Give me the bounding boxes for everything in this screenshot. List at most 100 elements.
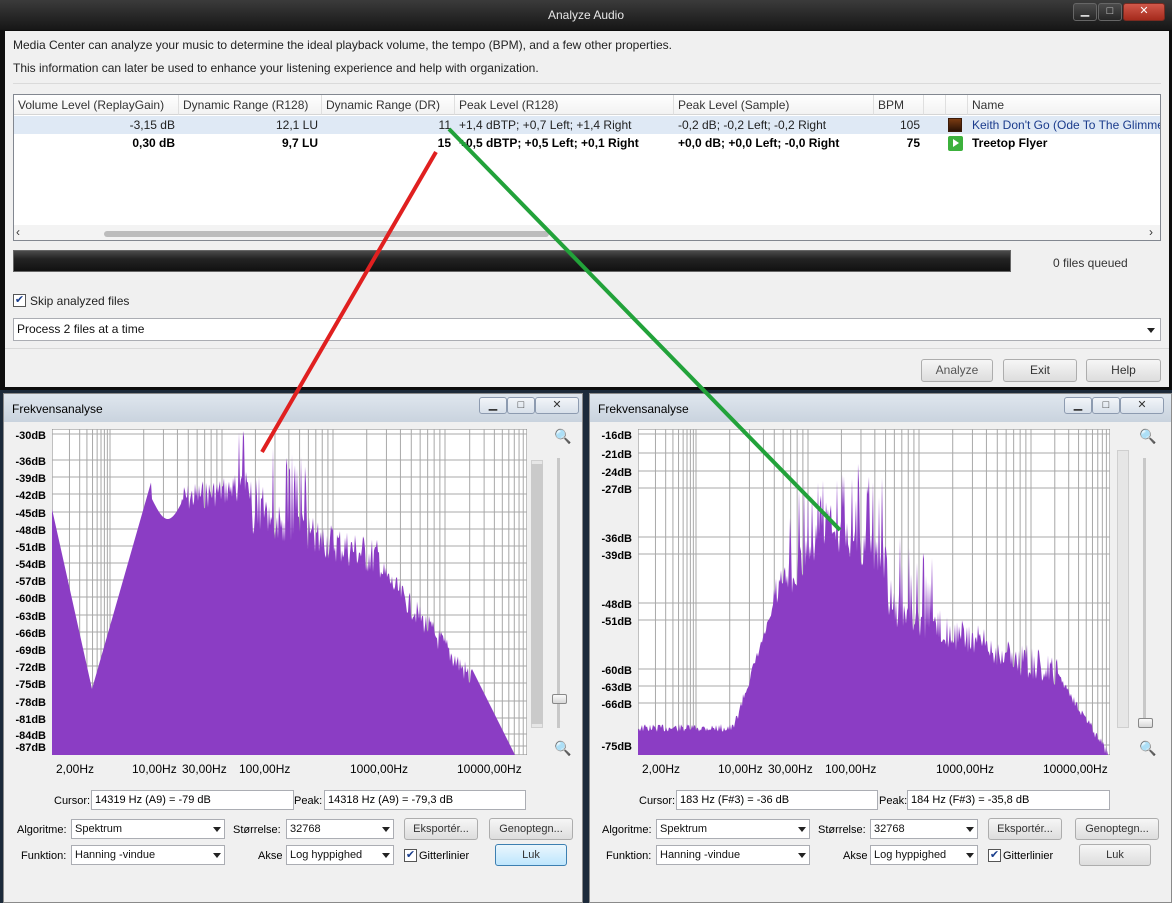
y-tick-label: -48dB [15, 525, 46, 537]
table-row[interactable]: 0,30 dB 9,7 LU 15 +0,5 dBTP; +0,5 Left; … [14, 134, 1160, 152]
column-header-name[interactable]: Name [968, 95, 1160, 115]
y-tick-label: -63dB [15, 611, 46, 623]
description-line-2: This information can later be used to en… [13, 61, 539, 75]
replot-button[interactable]: Genoptegn... [489, 818, 573, 840]
cell-dr-r128: 12,1 LU [275, 118, 318, 132]
y-tick-label: -72dB [15, 662, 46, 674]
window-title: Analyze Audio [547, 8, 625, 22]
album-art-icon [948, 118, 962, 132]
chevron-down-icon [213, 827, 221, 832]
frequency-analysis-window-left: Frekvensanalyse ▁ □ ✕ -30dB -36dB -39dB -42… [3, 393, 583, 903]
gridlines-checkbox[interactable]: ✔ [988, 849, 1001, 862]
axis-label: Akse [258, 850, 283, 862]
help-button[interactable]: Help [1086, 359, 1161, 382]
skip-analyzed-label: Skip analyzed files [30, 294, 130, 308]
play-icon[interactable] [948, 136, 963, 151]
exit-button[interactable]: Exit [1003, 359, 1077, 382]
size-value: 32768 [290, 823, 321, 835]
gridlines-label: Gitterlinier [419, 850, 470, 862]
maximize-button[interactable]: □ [1098, 3, 1122, 21]
chevron-down-icon [1147, 328, 1155, 333]
close-analysis-button[interactable]: Luk [495, 844, 567, 866]
close-button[interactable]: ✕ [1120, 397, 1164, 414]
zoom-slider-handle[interactable] [1138, 718, 1153, 728]
y-tick-label: -45dB [15, 508, 46, 520]
algorithm-value: Spektrum [660, 823, 708, 835]
x-tick-label: 10000,00Hz [1043, 762, 1108, 776]
cell-dr: 11 [438, 118, 451, 132]
close-button[interactable]: ✕ [535, 397, 579, 414]
cell-peak-sample: +0,0 dB; +0,0 Left; -0,0 Right [678, 136, 840, 150]
function-select[interactable]: Hanning -vindue [656, 845, 810, 865]
column-header-dr[interactable]: Dynamic Range (DR) [322, 95, 455, 115]
axis-select[interactable]: Log hyppighed [870, 845, 978, 865]
column-header-peak-sample[interactable]: Peak Level (Sample) [674, 95, 874, 115]
scrollbar-thumb[interactable] [104, 231, 549, 237]
zoom-slider-handle[interactable] [552, 694, 567, 704]
zoom-in-icon[interactable]: 🔍 [1139, 428, 1156, 445]
analyze-button[interactable]: Analyze [921, 359, 993, 382]
column-header-icon[interactable] [946, 95, 968, 115]
column-header-peak-r128[interactable]: Peak Level (R128) [455, 95, 674, 115]
column-header-blank[interactable] [924, 95, 946, 115]
process-files-select[interactable]: Process 2 files at a time [13, 318, 1161, 341]
spectrum-plot[interactable] [638, 429, 1110, 755]
export-button[interactable]: Eksportér... [988, 818, 1062, 840]
gridlines-checkbox[interactable]: ✔ [404, 849, 417, 862]
chevron-down-icon [798, 827, 806, 832]
size-select[interactable]: 32768 [870, 819, 978, 839]
scroll-right-icon[interactable]: › [1149, 225, 1153, 239]
column-header-bpm[interactable]: BPM [874, 95, 924, 115]
close-button[interactable]: ✕ [1123, 3, 1165, 21]
minimize-button[interactable]: ▁ [1073, 3, 1097, 21]
description-line-1: Media Center can analyze your music to d… [13, 38, 672, 52]
algorithm-label: Algoritme: [17, 824, 67, 836]
results-table[interactable]: Volume Level (ReplayGain) Dynamic Range … [13, 94, 1161, 241]
algorithm-select[interactable]: Spektrum [656, 819, 810, 839]
maximize-button[interactable]: □ [507, 397, 535, 414]
export-button[interactable]: Eksportér... [404, 818, 478, 840]
x-tick-label: 10,00Hz [718, 762, 763, 776]
zoom-in-icon[interactable]: 🔍 [554, 428, 571, 445]
replot-button[interactable]: Genoptegn... [1075, 818, 1159, 840]
zoom-out-icon[interactable]: 🔍 [554, 740, 571, 757]
zoom-out-icon[interactable]: 🔍 [1139, 740, 1156, 757]
scroll-left-icon[interactable]: ‹ [16, 225, 20, 239]
y-tick-label: -69dB [15, 645, 46, 657]
column-header-replaygain[interactable]: Volume Level (ReplayGain) [14, 95, 179, 115]
peak-label: Peak: [879, 795, 908, 807]
scrollbar-thumb[interactable] [531, 464, 543, 724]
cell-replaygain: -3,15 dB [129, 118, 175, 132]
algorithm-select[interactable]: Spektrum [71, 819, 225, 839]
maximize-button[interactable]: □ [1092, 397, 1120, 414]
window-title: Frekvensanalyse [12, 402, 103, 416]
column-header-dr-r128[interactable]: Dynamic Range (R128) [179, 95, 322, 115]
axis-value: Log hyppighed [290, 849, 363, 861]
skip-analyzed-checkbox[interactable]: ✔ [13, 294, 26, 307]
spectrum-plot[interactable] [52, 429, 527, 755]
cell-peak-r128: +1,4 dBTP; +0,7 Left; +1,4 Right [459, 118, 632, 132]
y-tick-label: -75dB [601, 741, 632, 753]
cell-bpm: 75 [906, 136, 920, 150]
peak-value-field: 14318 Hz (A9) = -79,3 dB [324, 790, 526, 810]
close-analysis-button[interactable]: Luk [1079, 844, 1151, 866]
size-select[interactable]: 32768 [286, 819, 394, 839]
size-label: Størrelse: [233, 824, 281, 836]
gridlines-label: Gitterlinier [1003, 850, 1054, 862]
vertical-scrollbar[interactable] [1117, 450, 1129, 728]
y-tick-label: -60dB [601, 665, 632, 677]
cursor-label: Cursor: [54, 795, 91, 807]
function-select[interactable]: Hanning -vindue [71, 845, 225, 865]
table-row[interactable]: -3,15 dB 12,1 LU 11 +1,4 dBTP; +0,7 Left… [14, 116, 1160, 134]
axis-select[interactable]: Log hyppighed [286, 845, 394, 865]
y-tick-label: -39dB [15, 473, 46, 485]
zoom-slider-track [557, 458, 560, 728]
function-value: Hanning -vindue [660, 849, 741, 861]
queue-status: 0 files queued [1053, 256, 1128, 270]
minimize-button[interactable]: ▁ [479, 397, 507, 414]
peak-label: Peak: [294, 795, 323, 807]
minimize-button[interactable]: ▁ [1064, 397, 1092, 414]
divider [13, 83, 1161, 84]
horizontal-scrollbar[interactable]: ‹ › [14, 225, 1160, 240]
analyze-audio-window: Analyze Audio ▁ □ ✕ Media Center can ana… [0, 0, 1172, 390]
